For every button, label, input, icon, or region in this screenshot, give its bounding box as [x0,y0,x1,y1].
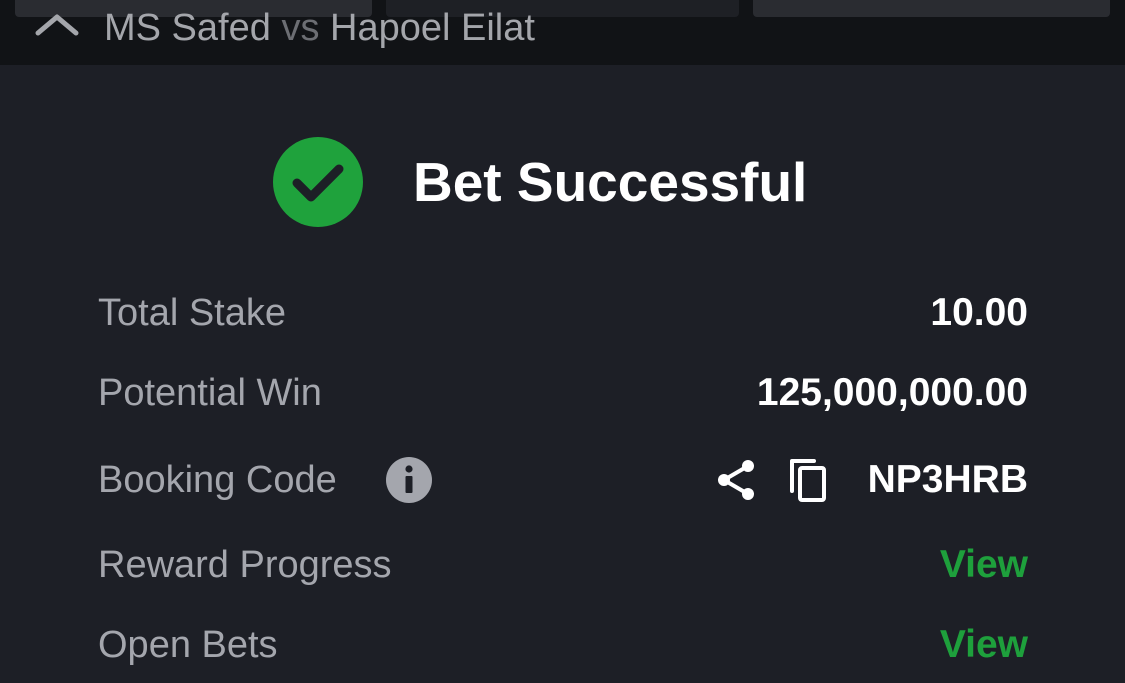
reward-progress-label: Reward Progress [98,544,392,586]
info-icon[interactable] [385,456,433,504]
success-title: Bet Successful [413,151,808,213]
potential-win-label: Potential Win [98,372,322,414]
total-stake-row: Total Stake 10.00 [98,288,1028,338]
copy-icon[interactable] [786,455,832,505]
potential-win-row: Potential Win 125,000,000.00 [98,368,1028,418]
total-stake-value: 10.00 [930,291,1028,334]
chevron-up-icon[interactable] [34,13,80,37]
open-bets-row: Open Bets View [98,620,1028,670]
away-team-name: Hapoel Eilat [330,7,535,49]
header-tab-right[interactable] [753,0,1110,17]
vs-label: vs [281,7,320,49]
check-circle-icon [273,137,363,227]
potential-win-value: 125,000,000.00 [756,371,1028,414]
home-team-name: MS Safed [104,7,271,49]
match-title: MS Safed vs Hapoel Eilat [104,6,535,50]
bet-confirmation-screen: MS Safed vs Hapoel Eilat Bet Successful … [0,0,1125,683]
booking-code-row: Booking Code NP3HRB [98,455,1028,505]
booking-code-label: Booking Code [98,459,337,501]
open-bets-view-link[interactable]: View [940,620,1028,670]
total-stake-label: Total Stake [98,292,286,334]
reward-progress-row: Reward Progress View [98,540,1028,590]
share-icon[interactable] [714,455,760,505]
booking-code-value[interactable]: NP3HRB [868,455,1028,505]
success-banner: Bet Successful [0,137,1125,227]
open-bets-label: Open Bets [98,624,278,666]
reward-progress-view-link[interactable]: View [940,540,1028,590]
match-header: MS Safed vs Hapoel Eilat [0,0,1125,65]
